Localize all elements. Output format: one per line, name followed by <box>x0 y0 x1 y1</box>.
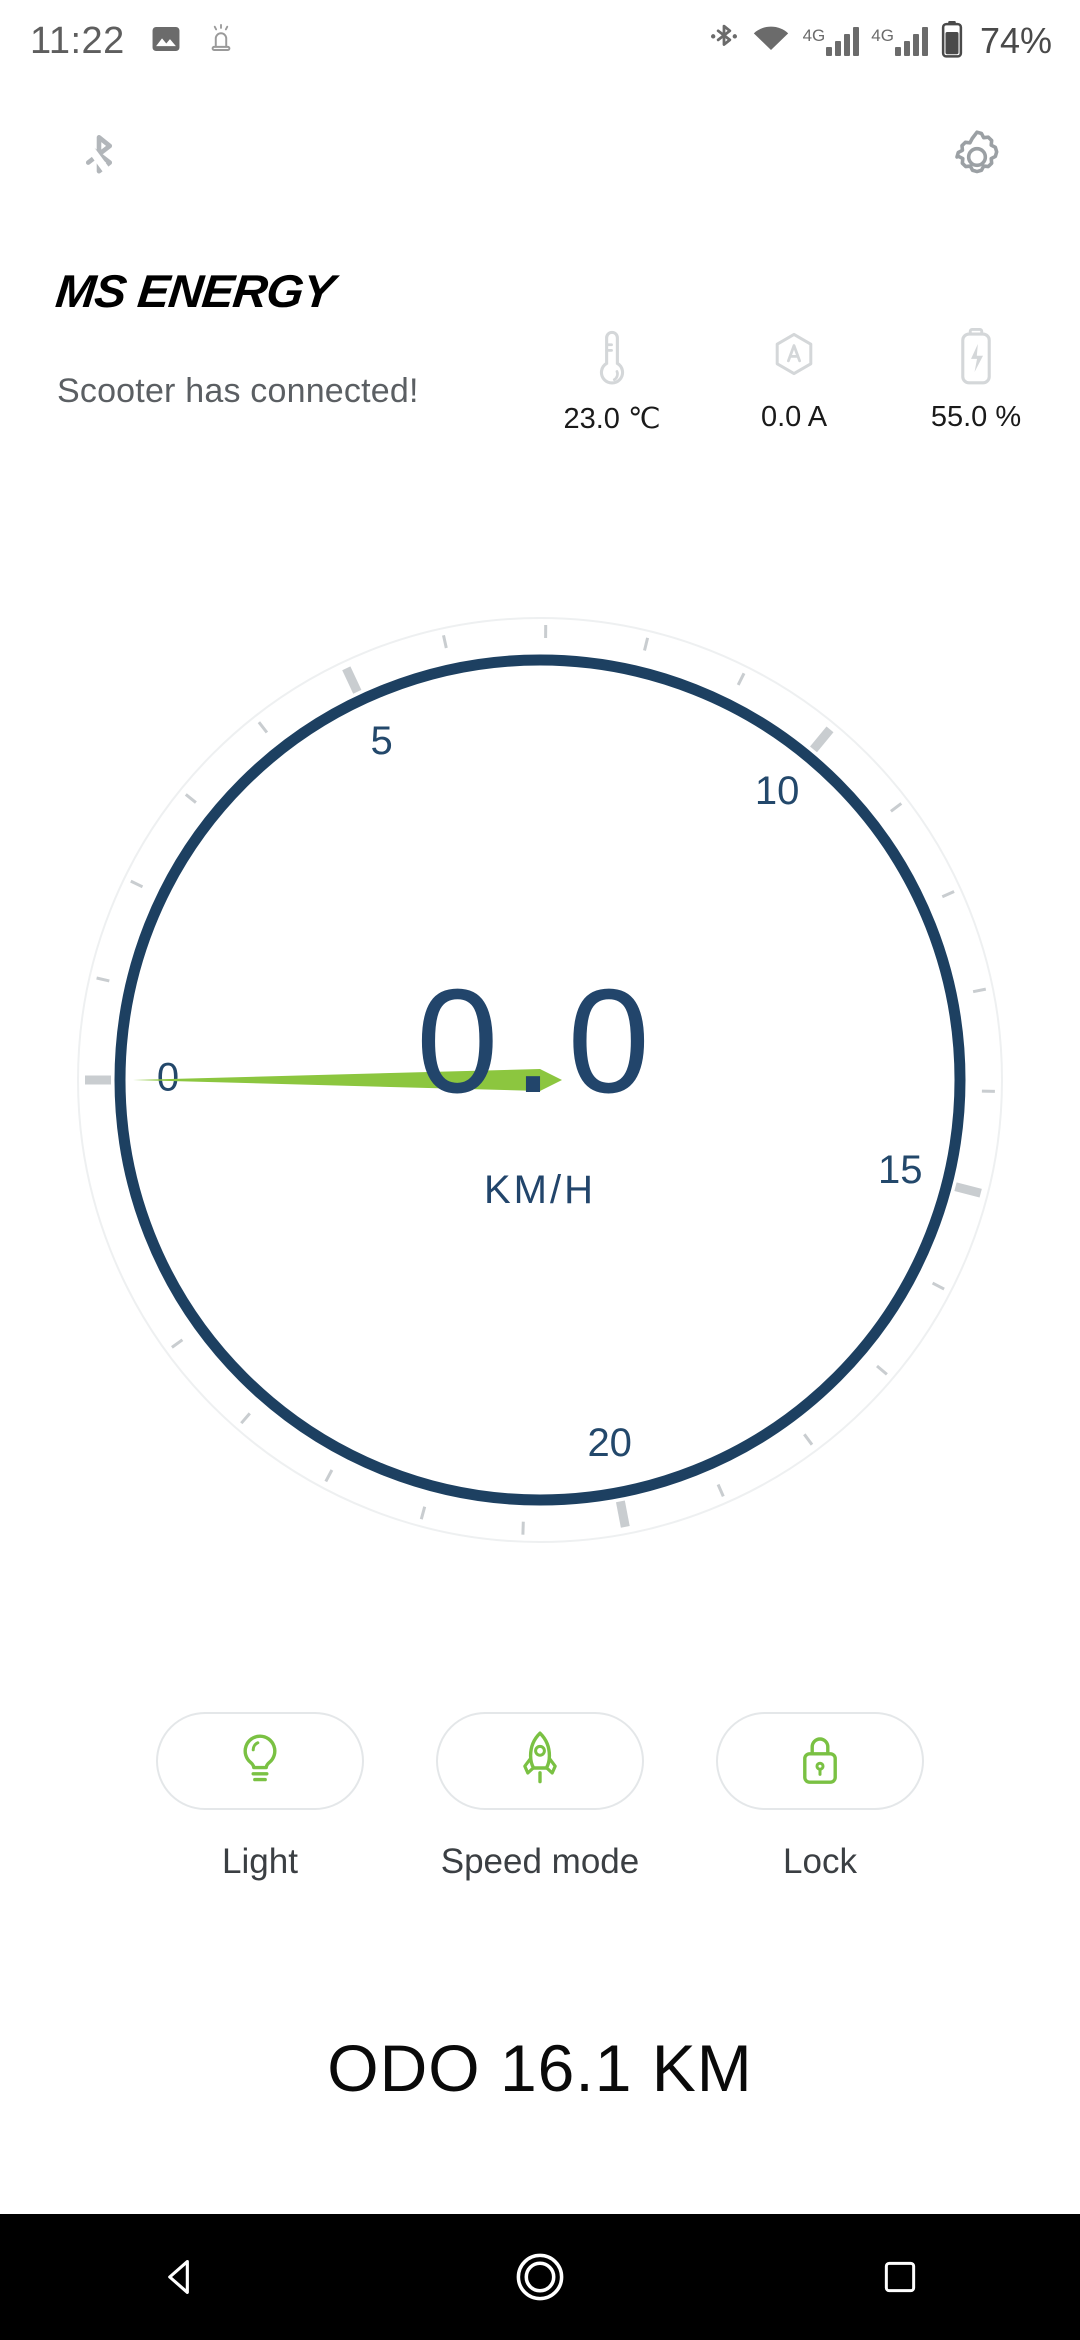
brand-logo: MS ENERGY <box>53 265 337 317</box>
current-value: 0.0 A <box>760 401 828 433</box>
speed-value: 0.0 <box>416 959 664 1124</box>
app-bar <box>0 110 1080 218</box>
lock-icon <box>796 1731 844 1792</box>
gallery-icon <box>149 22 183 61</box>
action-light[interactable]: Light <box>156 1712 364 1882</box>
battery-icon <box>940 20 964 63</box>
network-type-label-2: 4G <box>871 26 894 45</box>
gauge-tick-label: 5 <box>370 719 392 763</box>
gauge-tick-label: 10 <box>755 769 800 813</box>
battery-percent: 74% <box>979 20 1052 61</box>
gauge-tick-label: 20 <box>587 1421 632 1465</box>
light-label: Light <box>222 1842 298 1881</box>
lock-button[interactable] <box>716 1712 924 1810</box>
status-right-icons: 4G 4G 74% <box>709 20 1052 63</box>
lightbulb-icon <box>233 1731 287 1792</box>
battery-level-value: 55.0 % <box>930 401 1022 433</box>
recents-square-icon <box>884 2261 916 2293</box>
back-triangle-icon <box>168 2260 189 2294</box>
action-lock[interactable]: Lock <box>716 1712 924 1882</box>
bluetooth-off-icon[interactable] <box>72 126 126 201</box>
speed-unit: KM/H <box>484 1168 596 1212</box>
readout-current: 0.0 A <box>734 325 854 436</box>
battery-level-icon <box>957 325 995 391</box>
odometer: ODO 16.1 KM <box>327 2031 753 2105</box>
nav-recents-button[interactable] <box>800 2256 1000 2298</box>
light-button[interactable] <box>156 1712 364 1810</box>
readout-battery-level: 55.0 % <box>916 325 1036 436</box>
signal-icon-1: 4G <box>803 26 860 56</box>
readout-temperature: 23.0 ℃ <box>552 325 672 436</box>
thermometer-icon <box>593 325 631 391</box>
speed-mode-label: Speed mode <box>440 1842 640 1881</box>
rocket-icon <box>516 1730 564 1793</box>
speed-mode-button[interactable] <box>436 1712 644 1810</box>
signal-icon-2: 4G <box>871 26 928 56</box>
status-clock: 11:22 <box>30 19 125 62</box>
action-speed-mode[interactable]: Speed mode <box>436 1712 644 1882</box>
action-buttons: Light Speed mode Lock <box>0 1712 1080 1882</box>
connection-status-message: Scooter has connected! <box>57 372 419 410</box>
lock-label: Lock <box>783 1842 857 1881</box>
temperature-value: 23.0 ℃ <box>563 403 661 435</box>
gear-icon[interactable] <box>946 126 1008 193</box>
wifi-icon <box>751 22 791 61</box>
bluetooth-icon <box>709 20 739 63</box>
home-circle-icon <box>516 2253 564 2301</box>
telemetry-readouts: 23.0 ℃ 0.0 A 55.0 % <box>552 325 1036 436</box>
status-bar: 11:22 4G 4G 74% <box>0 0 1080 82</box>
nav-home-button[interactable] <box>440 2250 640 2304</box>
android-nav-bar <box>0 2214 1080 2340</box>
alarm-icon <box>205 22 237 61</box>
network-type-label-1: 4G <box>802 26 826 45</box>
speedometer-gauge: 0 5 10 15 20 0.0 KM/H <box>60 600 1020 1560</box>
ampere-icon <box>770 325 818 391</box>
status-left-icons <box>149 22 237 61</box>
nav-back-button[interactable] <box>80 2255 280 2299</box>
